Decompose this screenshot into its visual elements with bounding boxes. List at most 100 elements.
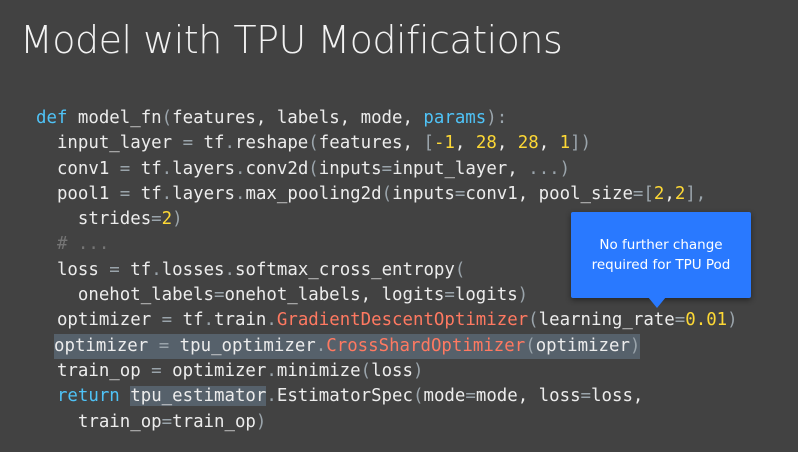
code-token: =	[109, 259, 120, 280]
code-line: def model_fn(features, labels, mode, par…	[36, 106, 738, 131]
code-token: 28	[517, 133, 539, 154]
code-token: train_op	[172, 411, 256, 432]
code-token: tf	[119, 259, 152, 280]
code-token: logits	[454, 285, 518, 306]
code-token: =	[580, 386, 592, 407]
code-token: (	[528, 310, 539, 331]
code-token: =	[119, 158, 131, 179]
code-token: .	[234, 158, 246, 179]
code-token: (	[381, 183, 393, 204]
code-token: reshape	[234, 133, 309, 154]
code-token: ,	[538, 133, 560, 154]
code-token: (	[525, 335, 536, 356]
code-line: train_op=train_op)	[36, 410, 738, 435]
code-token: -1	[433, 133, 455, 154]
code-token: .	[203, 310, 215, 331]
code-token: ...)	[528, 158, 571, 179]
code-token: loss,	[591, 386, 644, 407]
code-token: )	[629, 335, 641, 356]
code-token: (	[161, 108, 173, 128]
code-token: train	[214, 310, 267, 331]
code-token: GradientDescentOptimizer	[276, 310, 529, 331]
code-token: =	[674, 310, 686, 331]
code-token: .	[161, 158, 173, 179]
code-token: 1	[559, 133, 571, 154]
code-token: max_pooling2d	[245, 183, 382, 204]
code-token: features,	[318, 133, 424, 154]
code-token: layers	[172, 183, 235, 204]
code-token: =	[161, 411, 173, 432]
code-token: 2	[674, 183, 686, 204]
code-token: optimizer	[36, 310, 162, 331]
code-token: optimizer	[54, 335, 159, 356]
code-token: )	[517, 285, 529, 306]
code-token: layers	[172, 158, 235, 179]
code-token: .	[151, 259, 162, 280]
code-token: loss	[36, 259, 110, 280]
code-line: conv1 = tf.layers.conv2d(inputs=input_la…	[36, 157, 738, 182]
code-token: optimizer	[161, 360, 267, 381]
code-token: softmax_cross_entropy	[235, 259, 455, 280]
code-token: pool1	[36, 183, 120, 204]
code-token: )	[412, 360, 424, 381]
code-token: CrossShardOptimizer	[326, 335, 526, 356]
code-token: tf	[172, 310, 204, 331]
code-token: loss	[371, 360, 413, 381]
code-token: features, labels, mode,	[172, 108, 424, 128]
code-line: optimizer = tf.train.GradientDescentOpti…	[36, 308, 738, 333]
code-token: inputs	[318, 158, 382, 179]
code-token: )	[255, 411, 267, 432]
code-token: EstimatorSpec	[276, 386, 413, 407]
code-token: .	[266, 360, 277, 381]
code-token: minimize	[276, 360, 361, 381]
code-token: .	[315, 335, 327, 356]
code-token: conv2d	[245, 158, 309, 179]
code-token: losses	[161, 259, 225, 280]
code-token: .	[161, 183, 173, 204]
code-token: train_op	[36, 360, 152, 381]
code-token: =	[182, 133, 194, 154]
code-token: mode	[423, 386, 466, 407]
callout-line-2: required for TPU Pod	[591, 257, 731, 273]
code-token: (	[454, 259, 466, 280]
code-token: .	[266, 386, 277, 407]
code-token: ])	[570, 133, 592, 154]
code-token: =	[158, 335, 170, 356]
code-token: tpu_estimator	[130, 386, 267, 407]
callout-line-1: No further change	[599, 237, 723, 253]
code-token: tpu_optimizer	[169, 335, 316, 356]
code-line: train_op = optimizer.minimize(loss)	[36, 359, 738, 384]
code-token: 2	[161, 209, 173, 230]
code-token: params	[423, 108, 487, 128]
code-token: conv1, pool_size	[465, 183, 633, 204]
code-line: input_layer = tf.reshape(features, [-1, …	[36, 131, 738, 156]
code-token: [	[423, 133, 434, 154]
code-token: strides	[36, 209, 152, 230]
code-token: .	[266, 310, 277, 331]
code-token: =	[161, 310, 173, 331]
code-token: =	[151, 209, 162, 230]
code-token: (	[308, 158, 319, 179]
code-token: onehot_labels	[36, 285, 214, 306]
code-token: 0.01	[685, 310, 728, 331]
code-token: ,	[454, 133, 476, 154]
code-token: return	[36, 386, 120, 407]
code-token: .	[234, 183, 246, 204]
code-token: =	[465, 386, 476, 407]
code-token: =	[444, 285, 455, 306]
code-token: tf	[193, 133, 225, 154]
code-token: 28	[475, 133, 497, 154]
code-token: ):	[486, 108, 508, 128]
code-token: =	[381, 158, 393, 179]
code-line: optimizer = tpu_optimizer.CrossShardOpti…	[54, 333, 641, 359]
code-token: tf	[130, 183, 162, 204]
code-token: (	[412, 386, 424, 407]
code-token: .	[224, 259, 235, 280]
callout-tail	[648, 297, 666, 308]
code-token: =	[214, 285, 225, 306]
code-token: onehot_labels, logits	[224, 285, 445, 306]
code-token: optimizer	[535, 335, 630, 356]
code-token: =[	[632, 183, 654, 204]
code-token: 2	[653, 183, 665, 204]
